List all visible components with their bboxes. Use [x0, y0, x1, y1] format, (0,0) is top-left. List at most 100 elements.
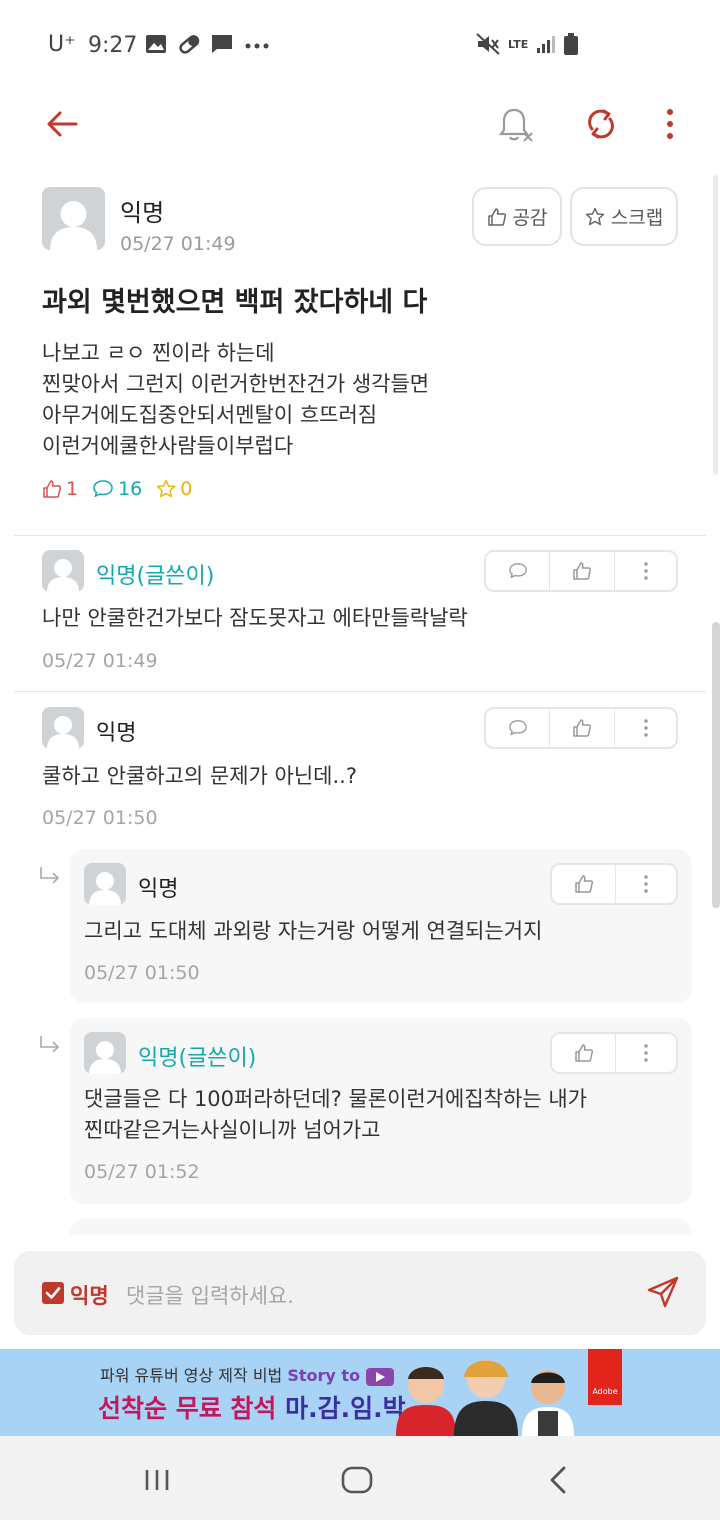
back-arrow-icon[interactable]: [46, 110, 78, 138]
list-fade: [0, 1236, 720, 1251]
comment-more-button[interactable]: [615, 552, 676, 590]
reply-more-button[interactable]: [616, 865, 676, 903]
signal-icon: [537, 36, 556, 53]
thumbs-up-icon: [43, 480, 62, 498]
reply-actions: [550, 1032, 678, 1074]
reply-actions: [550, 863, 678, 905]
ad-brand-badge: Adobe: [588, 1349, 622, 1405]
like-button[interactable]: 공감: [472, 187, 562, 246]
comment-actions: [484, 550, 678, 592]
reply-arrow-icon: [40, 867, 60, 884]
status-bar: U⁺ 9:27 LTE: [0, 0, 720, 90]
thumbs-up-icon: [573, 719, 592, 737]
comment-time: 05/27 01:50: [42, 807, 158, 829]
home-icon[interactable]: [341, 1466, 373, 1494]
scrap-button[interactable]: 스크랩: [570, 187, 678, 246]
post-counts: 1 16 0: [42, 478, 192, 500]
top-nav: [0, 90, 720, 160]
thumbs-up-icon: [574, 1044, 593, 1062]
comment-more-button[interactable]: [615, 709, 676, 747]
pill-icon: [179, 35, 200, 54]
recent-apps-icon[interactable]: [143, 1468, 171, 1492]
post-timestamp: 05/27 01:49: [120, 233, 236, 255]
scrollbar-track: [713, 175, 718, 475]
reply-like-button[interactable]: [552, 865, 616, 903]
chat-icon: [212, 35, 232, 53]
reply-avatar: [84, 863, 126, 905]
reply-time: 05/27 01:52: [84, 1161, 200, 1183]
comment-input[interactable]: 댓글을 입력하세요.: [126, 1280, 294, 1310]
reply-button[interactable]: [486, 552, 550, 590]
like-button-label: 공감: [512, 207, 548, 229]
divider: [14, 535, 706, 536]
post-body-line: 아무거에도집중안되서멘탈이 흐뜨러짐: [42, 403, 378, 427]
more-vertical-icon[interactable]: [664, 108, 676, 140]
comment-like-button[interactable]: [550, 709, 615, 747]
reply-author: 익명(글쓴이): [138, 1046, 257, 1071]
more-vertical-icon: [644, 875, 648, 893]
notification-bell-off-icon[interactable]: [498, 106, 534, 144]
comment-author: 익명: [96, 721, 137, 746]
star-icon: [585, 207, 605, 225]
like-count: 1: [66, 478, 79, 500]
ad-line2: 선착순 무료 참석 마.감.임.박: [98, 1389, 406, 1425]
comment-like-button[interactable]: [550, 552, 615, 590]
thumbs-up-icon: [573, 562, 592, 580]
comment-actions: [484, 707, 678, 749]
reply-arrow-icon: [40, 1036, 60, 1053]
scrollbar-thumb[interactable]: [712, 622, 720, 908]
check-icon: [45, 1287, 61, 1299]
comment-time: 05/27 01:49: [42, 650, 158, 672]
comment-avatar: [42, 550, 84, 592]
post-author: 익명: [120, 199, 165, 227]
more-vertical-icon: [644, 1044, 648, 1062]
reply-partial: [70, 1219, 692, 1235]
star-icon: [157, 479, 176, 498]
mute-icon: [476, 33, 500, 55]
thumbs-up-icon: [574, 875, 593, 893]
post-body-line: 이런거에쿨한사람들이부럽다: [42, 434, 294, 458]
reply-text: 그리고 도대체 과외랑 자는거랑 어떻게 연결되는거지: [84, 916, 542, 947]
ad-line1-text: 파워 유튜버 영상 제작 비법: [100, 1366, 283, 1385]
reply-author: 익명: [138, 877, 179, 902]
post-title: 과외 몇번했으면 백퍼 잤다하네 다: [42, 287, 428, 318]
anonymous-checkbox[interactable]: [42, 1282, 64, 1304]
like-count-group: 1: [42, 478, 78, 500]
scrap-count-group: 0: [156, 478, 192, 500]
reply-more-button[interactable]: [616, 1034, 676, 1072]
send-icon[interactable]: [646, 1275, 680, 1309]
comment-author: 익명(글쓴이): [96, 564, 215, 589]
scrap-button-label: 스크랩: [610, 207, 664, 229]
post-body: 나보고 ㄹㅇ 찐이라 하는데 찐맞아서 그런지 이런거한번잔건가 생각들면 아무…: [42, 338, 429, 462]
reply-avatar: [84, 1032, 126, 1074]
scrap-count: 0: [180, 478, 193, 500]
ad-line1-brand: Story to: [287, 1366, 361, 1385]
more-dots-icon: [245, 43, 269, 49]
ad-line1: 파워 유튜버 영상 제작 비법 Story to: [100, 1362, 395, 1388]
comment-count-group: 16: [92, 478, 142, 500]
battery-icon: [564, 33, 579, 55]
reply-time: 05/27 01:50: [84, 962, 200, 984]
more-vertical-icon: [643, 562, 648, 580]
carrier-label: U⁺: [48, 32, 76, 57]
comment-bubble-icon: [93, 480, 113, 498]
thumbs-up-icon: [487, 207, 506, 226]
reply-like-button[interactable]: [552, 1034, 616, 1072]
image-icon: [146, 35, 166, 53]
comment-avatar: [42, 707, 84, 749]
reply: 익명 그리고 도대체 과외랑 자는거랑 어떻게 연결되는거지 05/27 01:…: [70, 849, 692, 1003]
ad-line2-red: 선착순 무료 참석: [98, 1394, 277, 1423]
comment-text-line: 쿨하고 안쿨하고의 문제가 아닌데..?: [42, 764, 358, 788]
post-body-line: 나보고 ㄹㅇ 찐이라 하는데: [42, 341, 275, 365]
comment-input-bar: 익명 댓글을 입력하세요.: [14, 1251, 706, 1335]
back-icon[interactable]: [548, 1466, 568, 1494]
refresh-icon[interactable]: [584, 107, 618, 141]
post-body-line: 찐맞아서 그런지 이런거한번잔건가 생각들면: [42, 372, 430, 396]
reply-button[interactable]: [486, 709, 550, 747]
system-icons: LTE: [476, 33, 579, 55]
comment-text: 쿨하고 안쿨하고의 문제가 아닌데..?: [42, 761, 357, 792]
reply-text: 댓글들은 다 100퍼라하던데? 물론이런거에집착하는 내가 찐따같은거는사실이…: [84, 1084, 587, 1146]
ad-banner[interactable]: 파워 유튜버 영상 제작 비법 Story to 선착순 무료 참석 마.감.임…: [0, 1349, 720, 1436]
comment-bubble-icon: [508, 720, 527, 736]
reply: 익명(글쓴이) 댓글들은 다 100퍼라하던데? 물론이런거에집착하는 내가 찐…: [70, 1018, 692, 1204]
